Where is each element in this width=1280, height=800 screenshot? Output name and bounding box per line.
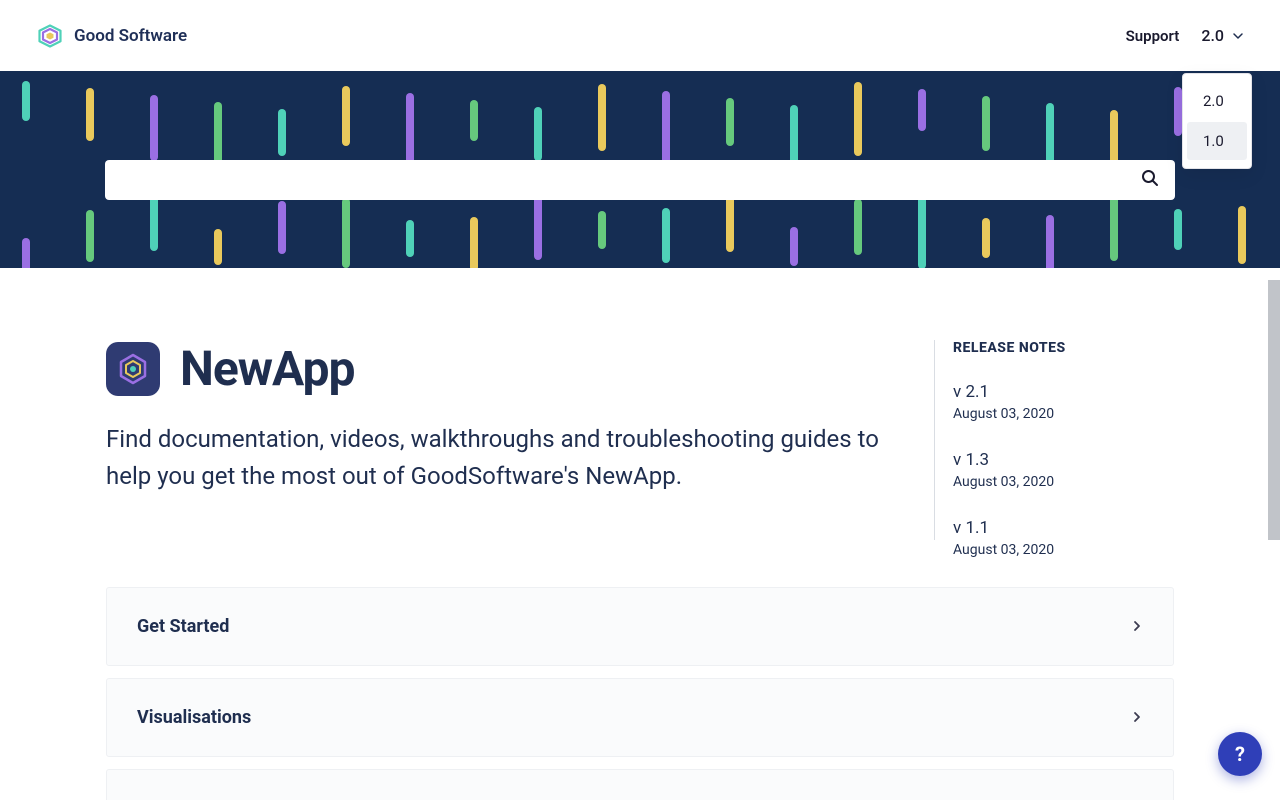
release-notes-heading: RELEASE NOTES	[953, 340, 1164, 356]
main-column: NewApp Find documentation, videos, walkt…	[106, 340, 886, 800]
release-version: v 1.1	[953, 518, 1164, 538]
release-note-item[interactable]: v 1.3 August 03, 2020	[953, 450, 1164, 490]
brand-name: Good Software	[74, 26, 187, 46]
release-notes-sidebar: RELEASE NOTES v 2.1 August 03, 2020 v 1.…	[934, 340, 1164, 540]
search-bar	[105, 160, 1175, 200]
version-selected-label: 2.0	[1201, 26, 1224, 45]
support-link[interactable]: Support	[1126, 27, 1180, 45]
brand-block[interactable]: Good Software	[36, 22, 187, 50]
hero-banner	[0, 71, 1280, 268]
chevron-right-icon	[1131, 708, 1143, 727]
release-note-item[interactable]: v 2.1 August 03, 2020	[953, 382, 1164, 422]
help-icon: ?	[1235, 742, 1245, 766]
search-button[interactable]	[1141, 169, 1159, 191]
accordion-get-started[interactable]: Get Started	[106, 587, 1174, 666]
help-button[interactable]: ?	[1218, 732, 1262, 776]
accordion-aggregations[interactable]: Aggregations	[106, 769, 1174, 800]
version-selector[interactable]: 2.0	[1201, 26, 1244, 45]
version-option-1[interactable]: 1.0	[1187, 122, 1247, 160]
accordion-list: Get Started Visualisations Aggregations	[106, 587, 1174, 800]
release-date: August 03, 2020	[953, 542, 1164, 558]
accordion-label: Visualisations	[137, 707, 251, 728]
chevron-down-icon	[1232, 30, 1244, 42]
brand-logo-icon	[36, 22, 64, 50]
page-title: NewApp	[180, 340, 355, 397]
app-hex-icon	[116, 352, 150, 386]
search-input[interactable]	[121, 171, 1141, 188]
scrollbar-thumb[interactable]	[1268, 280, 1280, 540]
release-date: August 03, 2020	[953, 406, 1164, 422]
chevron-right-icon	[1131, 617, 1143, 636]
version-dropdown: 2.0 1.0	[1182, 73, 1252, 169]
page-description: Find documentation, videos, walkthroughs…	[106, 421, 886, 495]
release-note-item[interactable]: v 1.1 August 03, 2020	[953, 518, 1164, 558]
header-right: Support 2.0 2.0 1.0	[1126, 26, 1244, 45]
release-date: August 03, 2020	[953, 474, 1164, 490]
accordion-label: Get Started	[137, 616, 229, 637]
search-icon	[1141, 169, 1159, 187]
release-version: v 2.1	[953, 382, 1164, 402]
content-area: NewApp Find documentation, videos, walkt…	[0, 268, 1280, 800]
app-icon	[106, 342, 160, 396]
release-version: v 1.3	[953, 450, 1164, 470]
app-header: NewApp	[106, 340, 886, 397]
accordion-visualisations[interactable]: Visualisations	[106, 678, 1174, 757]
header-bar: Good Software Support 2.0 2.0 1.0	[0, 0, 1280, 71]
version-option-2[interactable]: 2.0	[1187, 82, 1247, 120]
